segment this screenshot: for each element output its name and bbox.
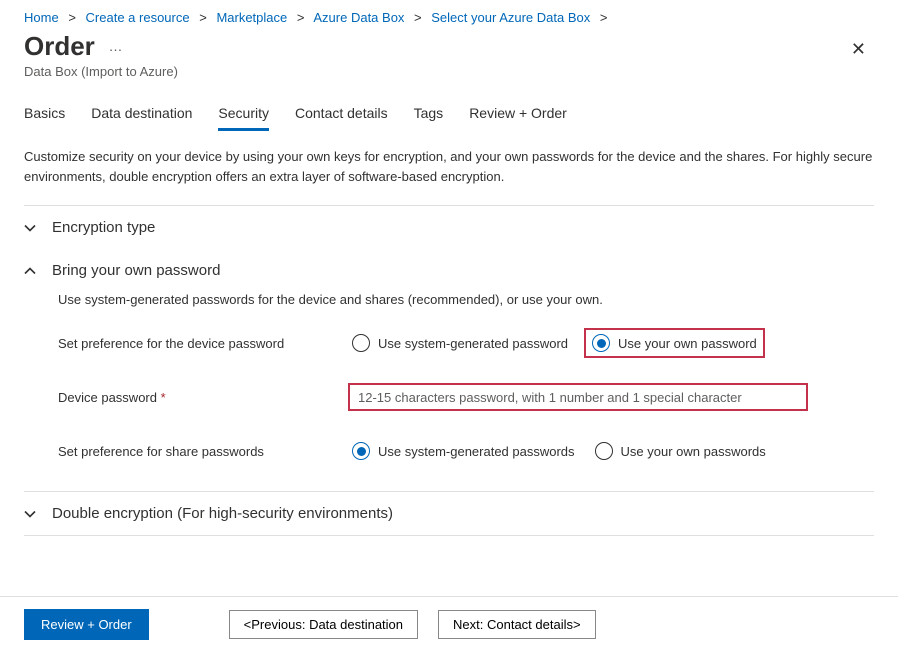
device-password-label: Device password * [58,390,348,405]
tab-bar: Basics Data destination Security Contact… [0,97,898,131]
radio-icon [352,442,370,460]
section-title-encryption: Encryption type [52,219,155,236]
device-password-input[interactable] [348,383,808,411]
device-pref-label: Set preference for the device password [58,336,348,351]
tab-security[interactable]: Security [218,97,269,131]
section-title-double-encryption: Double encryption (For high-security env… [52,505,393,522]
byop-intro-text: Use system-generated passwords for the d… [58,292,874,323]
radio-icon [592,334,610,352]
page-title: Order [24,31,95,62]
chevron-down-icon [24,508,52,520]
review-order-button[interactable]: Review + Order [24,609,149,640]
section-body-byop: Use system-generated passwords for the d… [0,292,898,481]
section-encryption-type[interactable]: Encryption type [0,206,898,249]
close-icon[interactable]: ✕ [851,31,874,60]
previous-button[interactable]: <Previous: Data destination [229,610,418,639]
breadcrumb-azure-data-box[interactable]: Azure Data Box [313,10,404,25]
breadcrumb-marketplace[interactable]: Marketplace [216,10,287,25]
radio-icon [595,442,613,460]
radio-device-system[interactable]: Use system-generated password [348,332,572,354]
radio-label: Use your own password [618,336,757,351]
chevron-up-icon [24,265,52,277]
radio-label: Use your own passwords [621,444,766,459]
tab-basics[interactable]: Basics [24,97,65,131]
more-icon[interactable]: … [108,38,123,54]
radio-icon [352,334,370,352]
tab-data-destination[interactable]: Data destination [91,97,192,131]
radio-share-own[interactable]: Use your own passwords [591,440,770,462]
footer-actions: Review + Order <Previous: Data destinati… [0,596,898,651]
breadcrumb-create-resource[interactable]: Create a resource [86,10,190,25]
tab-contact-details[interactable]: Contact details [295,97,388,131]
tab-review-order[interactable]: Review + Order [469,97,567,131]
breadcrumb-select-databox[interactable]: Select your Azure Data Box [431,10,590,25]
radio-label: Use system-generated password [378,336,568,351]
radio-share-system[interactable]: Use system-generated passwords [348,440,579,462]
section-title-byop: Bring your own password [52,262,220,279]
breadcrumb: Home > Create a resource > Marketplace >… [0,0,898,27]
section-bring-your-own-password[interactable]: Bring your own password [0,249,898,292]
radio-label: Use system-generated passwords [378,444,575,459]
tab-tags[interactable]: Tags [414,97,444,131]
next-button[interactable]: Next: Contact details> [438,610,596,639]
radio-device-own[interactable]: Use your own password [584,328,765,358]
tab-description: Customize security on your device by usi… [0,131,898,205]
page-subtitle: Data Box (Import to Azure) [0,62,898,97]
section-double-encryption[interactable]: Double encryption (For high-security env… [0,492,898,535]
share-pref-label: Set preference for share passwords [58,444,348,459]
breadcrumb-home[interactable]: Home [24,10,59,25]
chevron-down-icon [24,222,52,234]
